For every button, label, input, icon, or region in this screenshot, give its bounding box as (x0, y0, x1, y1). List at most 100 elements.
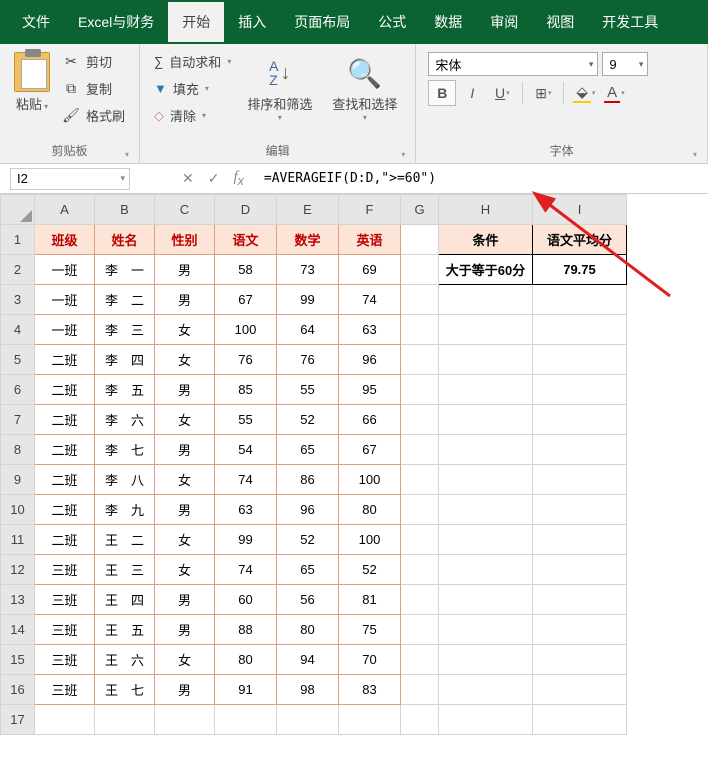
bold-button[interactable]: B (428, 80, 456, 106)
tab-file[interactable]: 文件 (8, 2, 64, 42)
data-cell[interactable]: 52 (277, 525, 339, 555)
cell[interactable] (533, 615, 627, 645)
cell[interactable] (439, 345, 533, 375)
cell[interactable] (95, 705, 155, 735)
cell[interactable] (339, 705, 401, 735)
find-select-button[interactable]: 🔍 查找和选择▾ (322, 48, 407, 126)
cell[interactable] (533, 495, 627, 525)
data-cell[interactable]: 一班 (35, 285, 95, 315)
data-cell[interactable]: 55 (277, 375, 339, 405)
italic-button[interactable]: I (458, 80, 486, 106)
cell[interactable] (533, 465, 627, 495)
data-cell[interactable]: 王 四 (95, 585, 155, 615)
cell[interactable] (439, 435, 533, 465)
data-cell[interactable]: 二班 (35, 435, 95, 465)
header-cell[interactable]: 姓名 (95, 225, 155, 255)
col-header-C[interactable]: C (155, 195, 215, 225)
cut-button[interactable]: ✂剪切 (60, 50, 127, 73)
cell[interactable] (533, 435, 627, 465)
data-cell[interactable]: 91 (215, 675, 277, 705)
data-cell[interactable]: 男 (155, 285, 215, 315)
tab-dev[interactable]: 开发工具 (588, 2, 672, 42)
tab-review[interactable]: 审阅 (476, 2, 532, 42)
data-cell[interactable]: 63 (215, 495, 277, 525)
data-cell[interactable]: 99 (215, 525, 277, 555)
cell[interactable] (401, 645, 439, 675)
cell[interactable] (533, 585, 627, 615)
data-cell[interactable]: 96 (339, 345, 401, 375)
fill-color-button[interactable]: ⬙ (570, 80, 598, 106)
data-cell[interactable]: 64 (277, 315, 339, 345)
data-cell[interactable]: 女 (155, 525, 215, 555)
row-header-13[interactable]: 13 (1, 585, 35, 615)
row-header-11[interactable]: 11 (1, 525, 35, 555)
tab-insert[interactable]: 插入 (224, 2, 280, 42)
data-cell[interactable]: 女 (155, 315, 215, 345)
cell[interactable] (401, 705, 439, 735)
cell[interactable] (401, 285, 439, 315)
data-cell[interactable]: 80 (339, 495, 401, 525)
cell[interactable] (401, 525, 439, 555)
data-cell[interactable]: 81 (339, 585, 401, 615)
data-cell[interactable]: 76 (215, 345, 277, 375)
cell[interactable] (401, 555, 439, 585)
font-color-button[interactable]: A (600, 80, 628, 106)
cell[interactable] (401, 405, 439, 435)
data-cell[interactable]: 75 (339, 615, 401, 645)
formula-input[interactable]: =AVERAGEIF(D:D,">=60") (256, 168, 708, 190)
data-cell[interactable]: 王 五 (95, 615, 155, 645)
data-cell[interactable]: 67 (339, 435, 401, 465)
sort-filter-button[interactable]: AZ↓ 排序和筛选▾ (237, 48, 322, 126)
row-header-8[interactable]: 8 (1, 435, 35, 465)
cell[interactable] (533, 525, 627, 555)
cell[interactable] (533, 645, 627, 675)
clear-button[interactable]: ◇清除 (152, 104, 233, 127)
cell[interactable] (277, 705, 339, 735)
data-cell[interactable]: 男 (155, 675, 215, 705)
col-header-B[interactable]: B (95, 195, 155, 225)
row-header-5[interactable]: 5 (1, 345, 35, 375)
cell[interactable] (439, 375, 533, 405)
data-cell[interactable]: 男 (155, 435, 215, 465)
data-cell[interactable]: 96 (277, 495, 339, 525)
cell[interactable] (439, 315, 533, 345)
cell[interactable] (401, 585, 439, 615)
row-header-17[interactable]: 17 (1, 705, 35, 735)
cell[interactable] (533, 705, 627, 735)
format-painter-button[interactable]: 🖌格式刷 (60, 104, 127, 127)
header-cell[interactable]: 英语 (339, 225, 401, 255)
cell[interactable] (401, 675, 439, 705)
row-header-12[interactable]: 12 (1, 555, 35, 585)
data-cell[interactable]: 李 五 (95, 375, 155, 405)
data-cell[interactable]: 男 (155, 615, 215, 645)
data-cell[interactable]: 男 (155, 585, 215, 615)
cell[interactable] (155, 705, 215, 735)
data-cell[interactable]: 三班 (35, 555, 95, 585)
data-cell[interactable]: 65 (277, 555, 339, 585)
col-header-H[interactable]: H (439, 195, 533, 225)
data-cell[interactable]: 56 (277, 585, 339, 615)
avg-header[interactable]: 语文平均分 (533, 225, 627, 255)
font-name-select[interactable]: 宋体 (428, 52, 598, 76)
row-header-10[interactable]: 10 (1, 495, 35, 525)
cell[interactable] (533, 315, 627, 345)
cell[interactable] (401, 225, 439, 255)
cell[interactable] (439, 675, 533, 705)
fill-button[interactable]: ▼填充 (152, 77, 233, 100)
row-header-14[interactable]: 14 (1, 615, 35, 645)
select-all-corner[interactable] (1, 195, 35, 225)
row-header-7[interactable]: 7 (1, 405, 35, 435)
cell[interactable] (439, 555, 533, 585)
data-cell[interactable]: 99 (277, 285, 339, 315)
cell[interactable] (533, 675, 627, 705)
data-cell[interactable]: 女 (155, 555, 215, 585)
data-cell[interactable]: 男 (155, 495, 215, 525)
data-cell[interactable]: 王 七 (95, 675, 155, 705)
tab-custom[interactable]: Excel与财务 (64, 2, 168, 42)
cell[interactable] (533, 345, 627, 375)
data-cell[interactable]: 二班 (35, 375, 95, 405)
cell[interactable] (439, 645, 533, 675)
cell[interactable] (533, 375, 627, 405)
row-header-1[interactable]: 1 (1, 225, 35, 255)
underline-button[interactable]: U (488, 80, 516, 106)
